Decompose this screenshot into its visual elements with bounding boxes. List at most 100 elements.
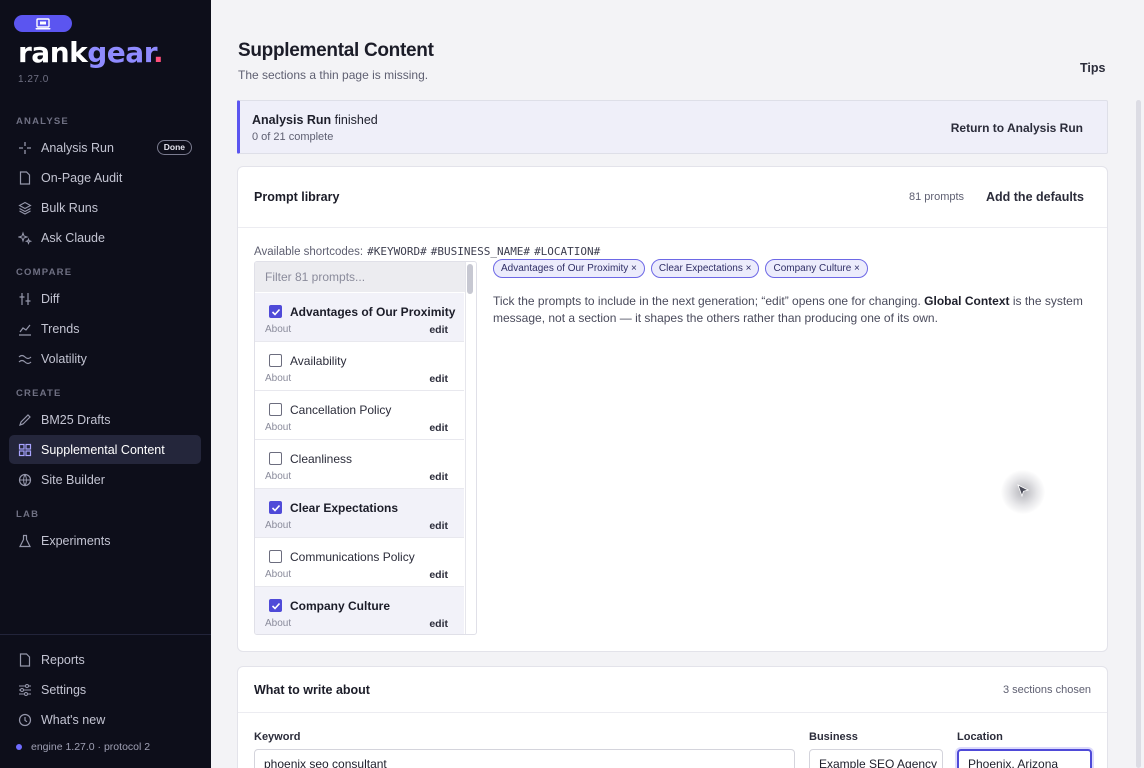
list-item[interactable]: Advantages of Our Proximity About edit (255, 293, 464, 342)
sidebar-item-experiments[interactable]: Experiments (9, 526, 201, 555)
checkbox-checked[interactable] (269, 305, 282, 318)
edit-link[interactable]: edit (429, 618, 448, 630)
sidebar-item-bulk-runs[interactable]: Bulk Runs (9, 193, 201, 222)
logo: rankgear. (18, 36, 164, 69)
prompt-name: Communications Policy (290, 550, 415, 564)
location-input[interactable]: Phoenix, Arizona (957, 749, 1092, 768)
main-content: Supplemental Content The sections a thin… (211, 0, 1144, 768)
app-version: 1.27.0 (18, 74, 49, 85)
prompt-category: About (265, 618, 292, 629)
selected-chip[interactable]: Clear Expectations × (650, 259, 760, 278)
filter-input[interactable]: Filter 81 prompts... (255, 262, 465, 292)
business-input[interactable]: Example SEO Agency (809, 749, 943, 768)
prompt-category: About (265, 569, 292, 580)
shortcode: #BUSINESS_NAME# (430, 245, 531, 258)
sidebar-item-label: On-Page Audit (41, 170, 123, 185)
sidebar-item-settings[interactable]: Settings (9, 675, 201, 704)
sidebar-item-supplemental-content[interactable]: Supplemental Content (9, 435, 201, 464)
edit-link[interactable]: edit (429, 324, 448, 336)
globe-icon (18, 473, 32, 487)
sidebar-item-label: Supplemental Content (41, 442, 165, 457)
section-title-compare: COMPARE (16, 267, 73, 278)
prompt-name: Advantages of Our Proximity (290, 305, 456, 319)
checkbox-checked[interactable] (269, 501, 282, 514)
prompt-library-card: Prompt library 81 prompts Add the defaul… (237, 166, 1108, 652)
selected-chip[interactable]: Advantages of Our Proximity × (493, 259, 645, 278)
sidebar-item-ask-claude[interactable]: Ask Claude (9, 223, 201, 252)
file-icon (18, 170, 32, 185)
list-item[interactable]: Communications Policy About edit (255, 538, 464, 587)
sliders-icon (18, 683, 32, 697)
return-to-analysis-run-button[interactable]: Return to Analysis Run (951, 121, 1083, 135)
banner-title: Analysis Run finished (252, 113, 378, 127)
flask-icon (18, 534, 32, 548)
checkbox-checked[interactable] (269, 599, 282, 612)
sidebar-item-volatility[interactable]: Volatility (9, 344, 201, 373)
sidebar-item-onpage-audit[interactable]: On-Page Audit (9, 163, 201, 192)
sidebar-item-site-builder[interactable]: Site Builder (9, 465, 201, 494)
sidebar-item-label: Settings (41, 682, 87, 697)
sidebar-item-trends[interactable]: Trends (9, 314, 201, 343)
trend-icon (18, 322, 32, 336)
shortcode: #LOCATION# (534, 245, 601, 258)
edit-link[interactable]: edit (429, 471, 448, 483)
status-badge: Done (156, 140, 192, 155)
sidebar-item-label: Analysis Run (41, 140, 114, 155)
list-item[interactable]: Clear Expectations About edit (255, 489, 464, 538)
section-title-create: CREATE (16, 388, 62, 399)
edit-link[interactable]: edit (429, 569, 448, 581)
list-item[interactable]: Cleanliness About edit (255, 440, 464, 489)
sidebar-item-label: Diff (41, 291, 60, 306)
sidebar-item-reports[interactable]: Reports (9, 645, 201, 674)
list-item[interactable]: Availability About edit (255, 342, 464, 391)
stars-icon (18, 230, 32, 245)
keyword-label: Keyword (254, 731, 301, 743)
sidebar-item-whats-new[interactable]: What's new (9, 705, 201, 734)
file-icon (18, 652, 32, 667)
add-defaults-button[interactable]: Add the defaults (986, 190, 1084, 204)
sidebar-item-label: Bulk Runs (41, 200, 98, 215)
diff-icon (18, 292, 32, 306)
card-header: What to write about 3 sections chosen (238, 667, 1107, 713)
list-scroll-track (465, 262, 476, 634)
edit-link[interactable]: edit (429, 422, 448, 434)
write-about-card: What to write about 3 sections chosen Ke… (237, 666, 1108, 768)
page-scrollbar[interactable] (1136, 100, 1141, 768)
section-title-lab: LAB (16, 509, 40, 520)
edit-link[interactable]: edit (429, 520, 448, 532)
library-description: Tick the prompts to include in the next … (493, 294, 1083, 325)
list-item[interactable]: Cancellation Policy About edit (255, 391, 464, 440)
page-subtitle: The sections a thin page is missing. (238, 68, 429, 82)
card-title: Prompt library (254, 190, 340, 204)
sidebar-item-diff[interactable]: Diff (9, 284, 201, 313)
banner-progress: 0 of 21 complete (252, 131, 334, 143)
selected-chips: Advantages of Our Proximity × Clear Expe… (493, 259, 868, 278)
tips-button[interactable]: Tips (1080, 61, 1105, 75)
checkbox[interactable] (269, 403, 282, 416)
edit-link[interactable]: edit (429, 373, 448, 385)
keyword-input[interactable]: phoenix seo consultant (254, 749, 795, 768)
checkbox[interactable] (269, 354, 282, 367)
list-scrollbar-thumb[interactable] (467, 264, 473, 294)
layers-icon (18, 201, 32, 215)
sidebar-item-label: Reports (41, 652, 85, 667)
business-label: Business (809, 731, 858, 743)
checkbox[interactable] (269, 550, 282, 563)
selected-chip[interactable]: Company Culture × (765, 259, 868, 278)
checkbox[interactable] (269, 452, 282, 465)
sidebar-item-label: What's new (41, 712, 106, 727)
status-dot-icon (16, 744, 22, 750)
brand-chip[interactable] (14, 15, 72, 32)
prompt-name: Cancellation Policy (290, 403, 392, 417)
sidebar-item-label: Site Builder (41, 472, 105, 487)
shortcodes-line: Available shortcodes: #KEYWORD# #BUSINESS_… (254, 245, 601, 258)
page-title: Supplemental Content (238, 40, 434, 61)
sidebar-item-analysis-run[interactable]: Analysis Run Done (9, 133, 201, 162)
sidebar-divider (0, 634, 211, 635)
list-item[interactable]: Company Culture About edit (255, 587, 464, 634)
sections-chosen-count: 3 sections chosen (1003, 684, 1092, 696)
section-title-analyse: ANALYSE (16, 116, 69, 127)
prompt-name: Cleanliness (290, 452, 353, 466)
sidebar-item-bm25-drafts[interactable]: BM25 Drafts (9, 405, 201, 434)
clock-icon (18, 713, 32, 727)
